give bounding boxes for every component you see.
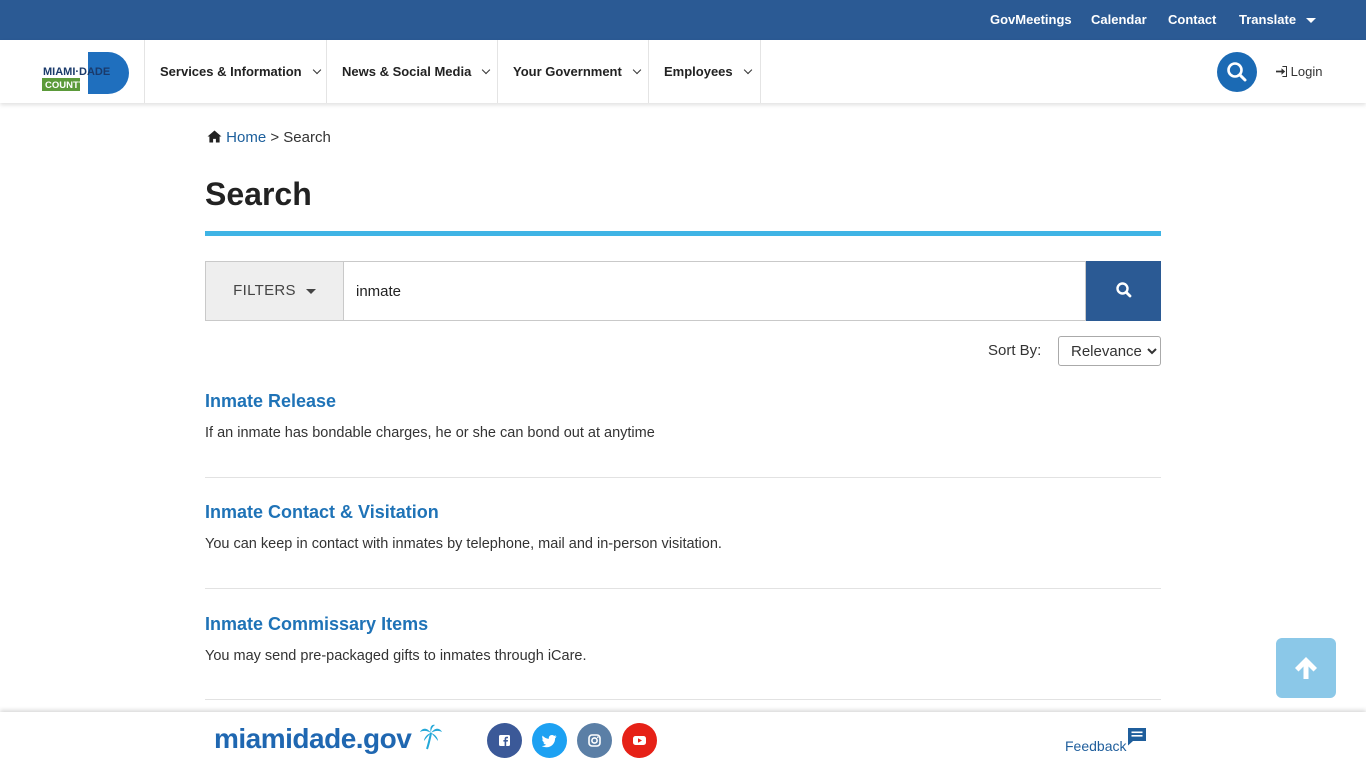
breadcrumb-current: Search	[283, 129, 331, 146]
twitter-icon	[541, 735, 557, 748]
search-icon	[1227, 62, 1247, 82]
breadcrumb-home-link[interactable]: Home	[226, 129, 266, 146]
sign-in-icon	[1276, 65, 1288, 78]
caret-down-icon	[305, 288, 316, 294]
utility-bar: GovMeetings Calendar Contact Translate	[0, 0, 1366, 40]
contact-link[interactable]: Contact	[1168, 0, 1216, 40]
filters-dropdown-button[interactable]: FILTERS	[205, 261, 344, 321]
footer-logo-text: miamidade.gov	[214, 723, 412, 754]
instagram-link[interactable]	[577, 723, 612, 758]
search-result: Inmate Contact & Visitation You can keep…	[205, 502, 1161, 552]
arrow-up-icon	[1295, 657, 1317, 679]
twitter-link[interactable]	[532, 723, 567, 758]
translate-dropdown[interactable]: Translate	[1239, 0, 1317, 40]
miami-dade-county-logo[interactable]: MIAMI·DADE COUNTY	[42, 52, 130, 94]
search-result: Inmate Commissary Items You may send pre…	[205, 614, 1161, 664]
nav-your-government[interactable]: Your Government	[497, 40, 649, 103]
search-icon	[1115, 281, 1131, 297]
result-title-link[interactable]: Inmate Contact & Visitation	[205, 502, 1161, 523]
chevron-down-icon	[632, 65, 642, 75]
facebook-link[interactable]	[487, 723, 522, 758]
chevron-down-icon	[743, 65, 752, 75]
sort-select[interactable]: Relevance	[1058, 336, 1161, 366]
breadcrumb: Home > Search	[207, 128, 331, 148]
site-search-button[interactable]	[1217, 52, 1257, 92]
search-result: Inmate Release If an inmate has bondable…	[205, 391, 1161, 441]
login-label: Login	[1290, 64, 1323, 79]
nav-label: Your Government	[513, 64, 622, 79]
calendar-link[interactable]: Calendar	[1091, 0, 1147, 40]
result-divider	[205, 588, 1161, 589]
result-description: If an inmate has bondable charges, he or…	[205, 425, 655, 441]
home-icon	[207, 130, 222, 143]
search-input[interactable]	[343, 261, 1086, 321]
translate-label: Translate	[1239, 12, 1297, 27]
footer-bar: miamidade.gov Feedback	[0, 712, 1366, 768]
nav-employees[interactable]: Employees	[648, 40, 761, 103]
login-link[interactable]: Login	[1276, 40, 1322, 103]
nav-label: Employees	[664, 64, 733, 79]
result-title-link[interactable]: Inmate Commissary Items	[205, 614, 1161, 635]
facebook-icon	[499, 735, 510, 746]
page-title: Search	[205, 176, 312, 212]
caret-down-icon	[1306, 18, 1317, 24]
result-description: You can keep in contact with inmates by …	[205, 536, 722, 552]
search-submit-button[interactable]	[1086, 261, 1161, 321]
chevron-down-icon	[482, 65, 491, 75]
breadcrumb-separator: >	[270, 129, 280, 146]
back-to-top-button[interactable]	[1276, 638, 1336, 698]
youtube-link[interactable]	[622, 723, 657, 758]
chat-bubble-icon[interactable]	[1127, 727, 1147, 746]
chevron-down-icon	[312, 65, 321, 75]
filters-label: FILTERS	[233, 282, 296, 299]
search-bar: FILTERS	[205, 261, 1161, 321]
result-title-link[interactable]: Inmate Release	[205, 391, 1161, 412]
feedback-link[interactable]: Feedback	[1065, 738, 1126, 754]
logo-top-text: MIAMI·DADE	[43, 66, 110, 78]
nav-label: Services & Information	[160, 64, 302, 79]
miamidade-gov-logo[interactable]: miamidade.gov	[214, 723, 443, 755]
title-divider	[205, 231, 1161, 236]
sort-label: Sort By:	[988, 342, 1042, 359]
result-description: You may send pre-packaged gifts to inmat…	[205, 648, 587, 664]
result-divider	[205, 699, 1161, 700]
govmeetings-link[interactable]: GovMeetings	[990, 0, 1072, 40]
nav-news-social-media[interactable]: News & Social Media	[326, 40, 498, 103]
main-nav: MIAMI·DADE COUNTY Services & Information…	[0, 40, 1366, 103]
instagram-icon	[588, 734, 601, 747]
nav-services-information[interactable]: Services & Information	[144, 40, 327, 103]
logo-bottom-text: COUNTY	[45, 80, 86, 91]
palm-tree-icon	[419, 724, 442, 750]
result-divider	[205, 477, 1161, 478]
nav-label: News & Social Media	[342, 64, 472, 79]
youtube-icon	[633, 736, 646, 745]
